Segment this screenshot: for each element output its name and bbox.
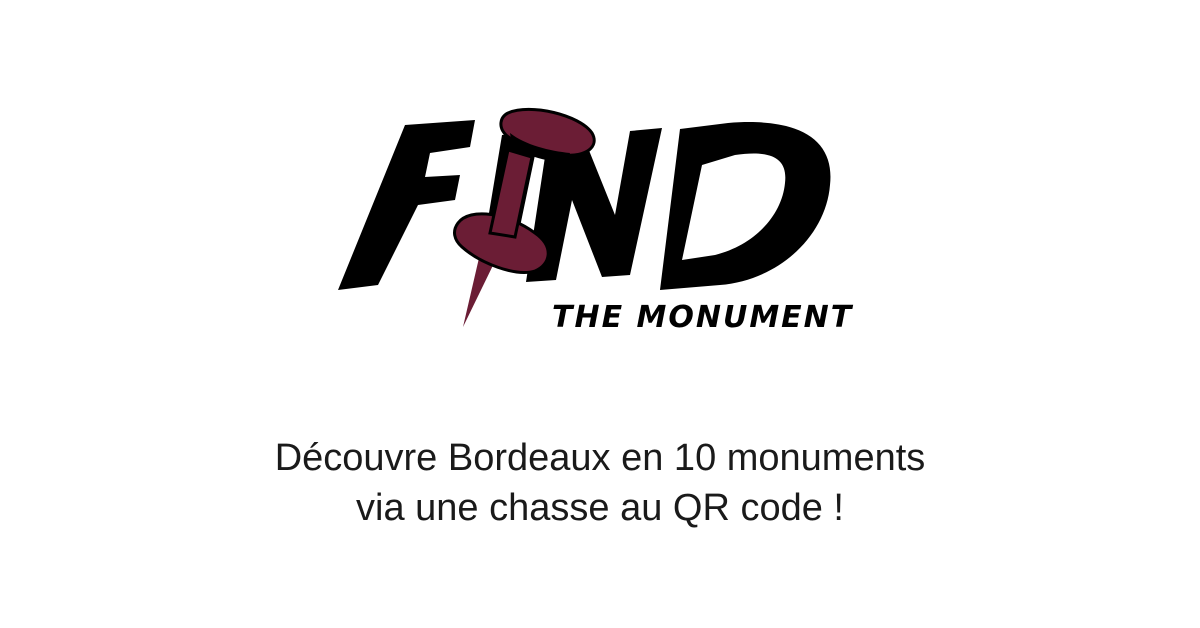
tagline-line-1: Découvre Bordeaux en 10 monuments — [274, 437, 926, 479]
logo-graphic: THE MONUMENT — [338, 108, 854, 335]
logo-letter-f — [338, 120, 475, 290]
logo-letter-d — [660, 122, 831, 290]
pushpin-icon — [453, 108, 596, 327]
brand-logo: THE MONUMENT — [330, 95, 870, 340]
tagline: Découvre Bordeaux en 10 monuments via un… — [0, 433, 1200, 533]
logo-subtitle: THE MONUMENT — [552, 300, 854, 335]
tagline-line-2: via une chasse au QR code ! — [356, 487, 844, 529]
